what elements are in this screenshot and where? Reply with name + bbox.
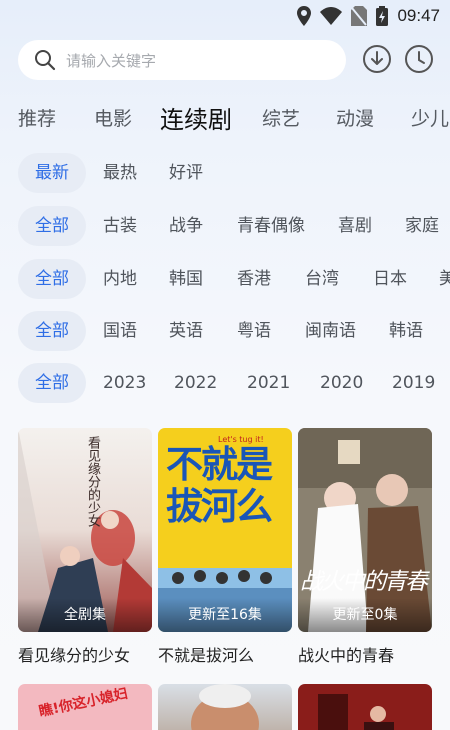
battery-icon [376, 6, 389, 26]
series-title: 不就是拔河么 [158, 646, 255, 665]
series-card[interactable]: Let's tug it! 不就是拔河么 更新至16集 不就是拔河么 [158, 428, 292, 666]
filter-chip-selected[interactable]: 最新 [18, 153, 86, 193]
filter-chip[interactable]: 2019 [392, 363, 435, 403]
filter-chip[interactable]: 战争 [169, 206, 203, 246]
poster-title-art: 不就是拔河么 [166, 443, 273, 528]
filter-row-year: 全部 2023 2022 2021 2020 2019 [0, 363, 450, 403]
poster-title-art: 战火中的青春 [300, 569, 428, 595]
filter-chip[interactable]: 古装 [103, 206, 137, 246]
series-card[interactable]: 看见缘分的少女 全剧集 看见缘分的少女 [18, 428, 152, 666]
series-poster: 看见缘分的少女 全剧集 [18, 428, 152, 632]
episode-badge: 更新至16集 [158, 598, 292, 632]
no-sim-icon [351, 6, 368, 26]
filter-chip[interactable]: 日本 [373, 259, 407, 299]
filter-chip[interactable]: 粤语 [237, 311, 271, 351]
tab-kids[interactable]: 少儿 [411, 104, 449, 131]
filter-row-genre: 全部 古装 战争 青春偶像 喜剧 家庭 [0, 206, 450, 246]
series-card[interactable] [298, 684, 432, 730]
tab-anime[interactable]: 动漫 [336, 104, 374, 131]
filter-chip[interactable]: 2023 [103, 363, 146, 403]
tab-series[interactable]: 连续剧 [160, 100, 232, 135]
filter-chip[interactable]: 闽南语 [305, 311, 356, 351]
filter-chip-selected[interactable]: 全部 [18, 363, 86, 403]
episode-badge: 更新至0集 [298, 598, 432, 632]
series-title: 看见缘分的少女 [18, 646, 131, 665]
series-poster: Let's tug it! 不就是拔河么 更新至16集 [158, 428, 292, 632]
filter-row-sort: 最新 最热 好评 [0, 153, 450, 193]
series-card[interactable]: 战火中的青春 更新至0集 战火中的青春 [298, 428, 432, 666]
search-placeholder: 请输入关键字 [66, 51, 157, 70]
filter-chip[interactable]: 2020 [320, 363, 363, 403]
filter-chip-selected[interactable]: 全部 [18, 311, 86, 351]
tab-variety[interactable]: 综艺 [262, 104, 300, 131]
category-tabs: 推荐 电影 连续剧 综艺 动漫 少儿 [0, 100, 450, 134]
filter-chip-selected[interactable]: 全部 [18, 259, 86, 299]
series-card[interactable]: 瞧!你这小媳妇 [18, 684, 152, 730]
poster-art [191, 684, 259, 730]
episode-badge: 全剧集 [18, 598, 152, 632]
filter-chip-selected[interactable]: 全部 [18, 206, 86, 246]
filter-chip[interactable]: 喜剧 [338, 206, 372, 246]
clock: 09:47 [397, 6, 440, 25]
filter-chip[interactable]: 2021 [247, 363, 290, 403]
filter-chip[interactable]: 香港 [237, 259, 271, 299]
filter-chip[interactable]: 好评 [169, 153, 203, 193]
poster-art [318, 694, 394, 730]
series-poster: 战火中的青春 更新至0集 [298, 428, 432, 632]
series-card[interactable] [158, 684, 292, 730]
filter-chip[interactable]: 最热 [103, 153, 137, 193]
status-bar: 09:47 [0, 0, 450, 34]
poster-title-art: 瞧!你这小媳妇 [37, 685, 130, 721]
filter-chip[interactable]: 国语 [103, 311, 137, 351]
wifi-icon [320, 7, 343, 25]
filter-row-region: 全部 内地 韩国 香港 台湾 日本 美 [0, 259, 450, 299]
filter-chip[interactable]: 青春偶像 [237, 206, 305, 246]
location-icon [297, 6, 312, 26]
filter-chip[interactable]: 韩语 [389, 311, 423, 351]
tab-movies[interactable]: 电影 [94, 104, 132, 131]
filter-chip[interactable]: 家庭 [405, 206, 439, 246]
series-title: 战火中的青春 [298, 646, 395, 665]
filter-chip[interactable]: 内地 [103, 259, 137, 299]
filter-chip[interactable]: 韩国 [169, 259, 203, 299]
filter-chip[interactable]: 英语 [169, 311, 203, 351]
filter-row-language: 全部 国语 英语 粤语 闽南语 韩语 [0, 311, 450, 351]
history-icon[interactable] [404, 44, 434, 74]
search-icon [35, 50, 56, 71]
poster-title-art: 看见缘分的少女 [85, 436, 100, 527]
tab-recommend[interactable]: 推荐 [18, 104, 56, 131]
filter-chip[interactable]: 美 [439, 259, 450, 299]
filter-chip[interactable]: 2022 [174, 363, 217, 403]
search-input[interactable]: 请输入关键字 [18, 40, 346, 80]
download-icon[interactable] [362, 44, 392, 74]
filter-chip[interactable]: 台湾 [305, 259, 339, 299]
